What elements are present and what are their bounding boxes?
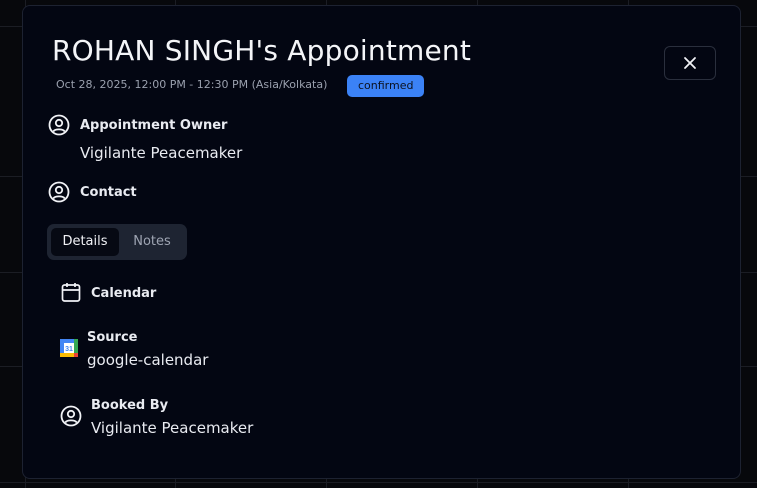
grid-line [0, 482, 757, 483]
tab-bar: Details Notes [47, 224, 187, 260]
user-circle-icon [60, 405, 82, 427]
owner-label: Appointment Owner [80, 117, 228, 133]
google-calendar-icon: 31 [58, 337, 80, 359]
google-calendar-badge: 31 [65, 346, 73, 353]
close-button[interactable] [664, 46, 716, 80]
owner-value: Vigilante Peacemaker [80, 144, 243, 162]
booked-by-value: Vigilante Peacemaker [91, 419, 254, 437]
tab-notes[interactable]: Notes [121, 228, 183, 256]
calendar-icon [60, 281, 82, 303]
contact-label: Contact [80, 184, 137, 200]
source-value: google-calendar [87, 351, 209, 369]
appointment-modal: ROHAN SINGH's Appointment Oct 28, 2025, … [22, 5, 741, 479]
source-label: Source [87, 330, 138, 345]
calendar-label: Calendar [91, 286, 157, 301]
booked-by-label: Booked By [91, 398, 169, 413]
user-circle-icon [48, 114, 70, 136]
status-badge: confirmed [347, 75, 425, 97]
contact-row[interactable]: Contact [48, 181, 137, 203]
tab-details[interactable]: Details [51, 228, 119, 256]
user-circle-icon [48, 181, 70, 203]
owner-row: Appointment Owner [48, 114, 227, 136]
page-title: ROHAN SINGH's Appointment [52, 34, 472, 67]
appointment-datetime: Oct 28, 2025, 12:00 PM - 12:30 PM (Asia/… [56, 78, 328, 91]
close-icon [679, 52, 701, 74]
